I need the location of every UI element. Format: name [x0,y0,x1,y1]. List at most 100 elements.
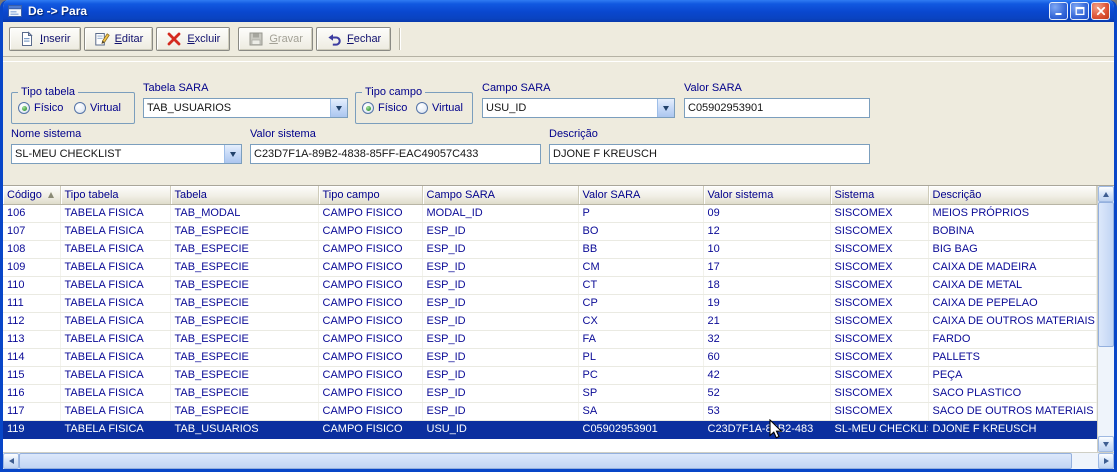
campo-sara-dropdown-icon[interactable] [657,99,674,117]
grid-cell: 113 [3,330,61,349]
grid-cell: MEIOS PRÓPRIOS [928,204,1097,223]
excluir-button[interactable]: Excluir [156,27,231,51]
vertical-scrollbar-thumb[interactable] [1098,202,1114,348]
grid-cell: ESP_ID [422,222,579,241]
table-row[interactable]: 117 TABELA FISICA TAB_ESPECIE CAMPO FISICO E… [3,402,1097,421]
grid-cell: CT [578,276,704,295]
grid-cell: TAB_ESPECIE [170,312,319,331]
column-header[interactable]: Campo SARA [422,186,579,205]
grid-cell: 52 [703,384,831,403]
table-row[interactable]: 108 TABELA FISICA TAB_ESPECIE CAMPO FISICO E… [3,240,1097,259]
table-row[interactable]: 106 TABELA FISICA TAB_MODAL CAMPO FISICO MOD… [3,204,1097,223]
grid-cell: TABELA FISICA [60,312,171,331]
grid-cell: ESP_ID [422,258,579,277]
grid-cell: TABELA FISICA [60,204,171,223]
scroll-right-button[interactable] [1098,453,1114,469]
column-header[interactable]: Tabela [170,186,319,205]
grid-cell: 42 [703,366,831,385]
grid-cell: SISCOMEX [830,366,929,385]
radio-checked-icon [18,102,30,114]
vertical-scrollbar-track[interactable] [1098,202,1114,436]
horizontal-scrollbar-thumb[interactable] [19,453,1072,469]
delete-record-icon [166,31,182,47]
table-row[interactable]: 109 TABELA FISICA TAB_ESPECIE CAMPO FISICO E… [3,258,1097,277]
scroll-up-button[interactable] [1098,186,1114,202]
column-header[interactable]: Descrição [928,186,1097,205]
grid-cell: 53 [703,402,831,421]
grid-cell: SISCOMEX [830,276,929,295]
descricao-input[interactable] [549,144,870,164]
table-row[interactable]: 111 TABELA FISICA TAB_ESPECIE CAMPO FISICO E… [3,294,1097,313]
grid-cell: 32 [703,330,831,349]
grid-cell: SP [578,384,704,403]
scroll-down-button[interactable] [1098,436,1114,452]
grid-cell: 114 [3,348,61,367]
horizontal-scrollbar-track[interactable] [19,453,1098,469]
grid-cell: 19 [703,294,831,313]
nome-sistema-dropdown-icon[interactable] [224,145,241,163]
tipo-tabela-group: Tipo tabela Físico Virtual [11,86,135,124]
grid-cell: TABELA FISICA [60,402,171,421]
grid-cell: 110 [3,276,61,295]
column-header[interactable]: Tipo campo [318,186,423,205]
column-header-label: Tabela [174,188,207,201]
fechar-button[interactable]: Fechar [315,27,392,51]
titlebar[interactable]: De -> Para [3,0,1114,22]
grid-cell: SACO PLASTICO [928,384,1097,403]
table-row[interactable]: 110 TABELA FISICA TAB_ESPECIE CAMPO FISICO E… [3,276,1097,295]
tipo-tabela-fisico-radio[interactable]: Físico [18,102,63,114]
valor-sistema-input[interactable] [250,144,541,164]
grid-cell: TABELA FISICA [60,276,171,295]
column-header[interactable]: Código [3,186,61,205]
column-header[interactable]: Valor SARA [578,186,704,205]
inserir-button[interactable]: Inserir [9,27,81,51]
column-header[interactable]: Valor sistema [703,186,831,205]
table-row[interactable]: 113 TABELA FISICA TAB_ESPECIE CAMPO FISICO E… [3,330,1097,349]
close-button[interactable] [1091,2,1110,20]
grid-cell: SA [578,402,704,421]
tabela-sara-combobox[interactable]: TAB_USUARIOS [143,98,348,118]
editar-button-label: Editar [114,33,144,45]
maximize-button[interactable] [1070,2,1089,20]
excluir-button-label: Excluir [187,33,221,45]
gravar-button: Gravar [238,27,313,51]
grid-cell: TAB_ESPECIE [170,294,319,313]
table-row[interactable]: 112 TABELA FISICA TAB_ESPECIE CAMPO FISICO E… [3,312,1097,331]
horizontal-scrollbar[interactable] [3,452,1114,469]
scroll-left-button[interactable] [3,453,19,469]
column-header[interactable]: Sistema [830,186,929,205]
table-row[interactable]: 119 TABELA FISICA TAB_USUARIOS CAMPO FISICO… [3,420,1097,439]
table-row[interactable]: 107 TABELA FISICA TAB_ESPECIE CAMPO FISICO E… [3,222,1097,241]
grid-cell: CAMPO FISICO [318,204,423,223]
valor-sara-input[interactable] [684,98,870,118]
table-row[interactable]: 114 TABELA FISICA TAB_ESPECIE CAMPO FISICO E… [3,348,1097,367]
table-row[interactable]: 115 TABELA FISICA TAB_ESPECIE CAMPO FISICO E… [3,366,1097,385]
radio-label-virtual: Virtual [90,102,121,114]
minimize-button[interactable] [1049,2,1068,20]
column-header-label: Valor SARA [582,188,641,201]
tabela-sara-dropdown-icon[interactable] [330,99,347,117]
grid-cell: 09 [703,204,831,223]
column-header[interactable]: Tipo tabela [60,186,171,205]
column-header-label: Sistema [834,188,875,201]
arrow-down-icon [1103,441,1109,447]
table-row[interactable]: 116 TABELA FISICA TAB_ESPECIE CAMPO FISICO E… [3,384,1097,403]
grid-cell: PL [578,348,704,367]
grid-cell: 119 [3,420,61,439]
campo-sara-combobox[interactable]: USU_ID [482,98,675,118]
grid-cell: TABELA FISICA [60,348,171,367]
grid-cell: 10 [703,240,831,259]
vertical-scrollbar[interactable] [1097,186,1114,452]
grid-cell: SISCOMEX [830,240,929,259]
de-para-window: De -> Para Inserir Editar Excluir Gravar… [0,0,1117,472]
grid-cell: FARDO [928,330,1097,349]
grid-cell: 18 [703,276,831,295]
tipo-campo-virtual-radio[interactable]: Virtual [416,102,463,114]
tipo-campo-fisico-radio[interactable]: Físico [362,102,407,114]
nome-sistema-combobox[interactable]: SL-MEU CHECKLIST [11,144,242,164]
grid-viewport: Código Tipo tabela Tabela Tipo campo Campo S… [3,186,1097,452]
grid-cell: CAIXA DE MADEIRA [928,258,1097,277]
tipo-tabela-virtual-radio[interactable]: Virtual [74,102,121,114]
editar-button[interactable]: Editar [83,27,154,51]
window-title: De -> Para [28,4,88,18]
